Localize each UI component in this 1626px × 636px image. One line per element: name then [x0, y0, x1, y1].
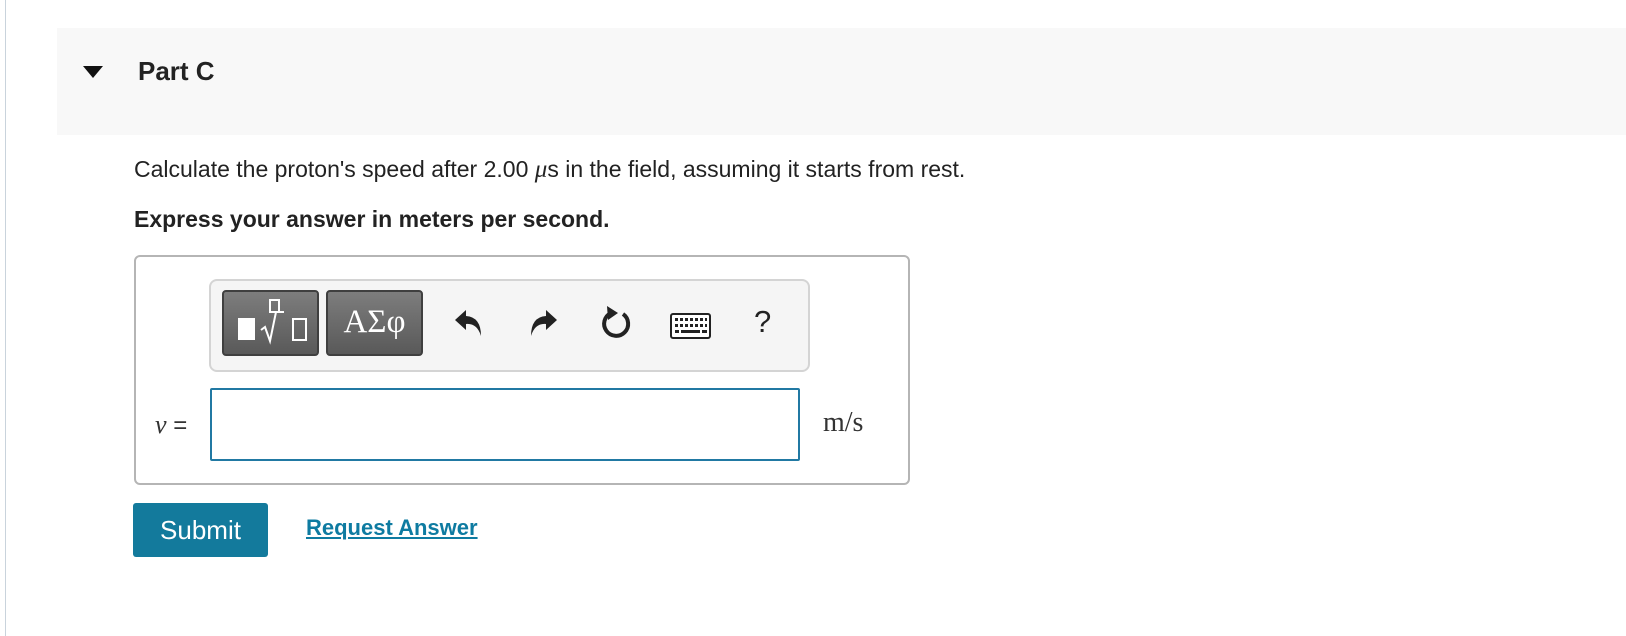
part-header [57, 28, 1626, 135]
greek-symbols-button[interactable]: ΑΣφ [326, 290, 423, 356]
templates-button[interactable] [222, 290, 319, 356]
equals-sign: = [166, 412, 188, 439]
micro-symbol: μ [534, 156, 548, 183]
request-answer-link[interactable]: Request Answer [306, 515, 478, 541]
reset-icon[interactable] [598, 305, 634, 343]
collapse-caret-icon[interactable] [83, 66, 103, 78]
submit-button[interactable]: Submit [133, 503, 268, 557]
question-text: Calculate the proton's speed after 2.00 … [134, 156, 965, 184]
variable-symbol: v [155, 410, 167, 439]
answer-variable-label: v = [155, 410, 187, 440]
keyboard-icon[interactable] [670, 313, 711, 339]
templates-icon [238, 299, 307, 345]
answer-instruction: Express your answer in meters per second… [134, 206, 610, 232]
question-text-after: s in the field, assuming it starts from … [547, 156, 966, 182]
left-border [5, 0, 6, 636]
question-text-before: Calculate the proton's speed after 2.00 [134, 156, 535, 182]
undo-icon[interactable] [453, 305, 485, 339]
answer-input[interactable] [210, 388, 800, 461]
redo-icon[interactable] [527, 305, 559, 339]
help-icon[interactable]: ? [754, 304, 771, 340]
greek-symbols-label: ΑΣφ [343, 304, 406, 340]
answer-units: m/s [823, 407, 864, 438]
part-title: Part C [138, 56, 215, 86]
